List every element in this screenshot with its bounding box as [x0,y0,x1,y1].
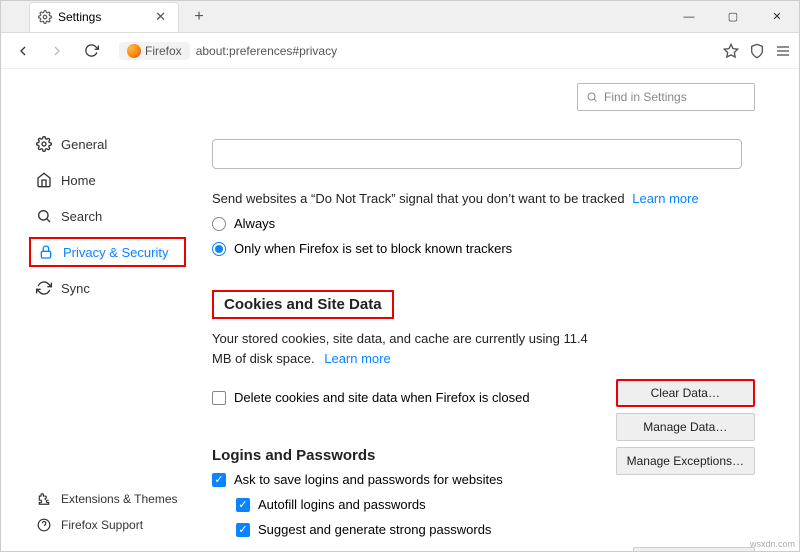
manage-exceptions-button[interactable]: Manage Exceptions… [616,447,755,475]
dnt-description: Send websites a “Do Not Track” signal th… [212,191,755,206]
search-icon [35,208,53,224]
checkbox-unchecked-icon [212,391,226,405]
clear-data-button[interactable]: Clear Data… [616,379,755,407]
checkbox-label: Autofill logins and passwords [258,497,426,512]
logins-subchecks: ✓ Autofill logins and passwords ✓ Sugges… [236,497,755,537]
dnt-learn-more-link[interactable]: Learn more [632,191,698,206]
logins-exceptions-button[interactable]: Exceptions… [633,547,755,551]
puzzle-icon [35,492,53,506]
dnt-option-only-known[interactable]: Only when Firefox is set to block known … [212,241,755,256]
firefox-icon [127,44,141,58]
window-controls: — ▢ ✕ [667,1,799,33]
minimize-button[interactable]: — [667,1,711,33]
sidebar-item-support[interactable]: Firefox Support [29,513,184,537]
sidebar-item-privacy-security[interactable]: Privacy & Security [29,237,186,267]
checkbox-checked-icon: ✓ [212,473,226,487]
radio-checked-icon [212,242,226,256]
manage-data-button[interactable]: Manage Data… [616,413,755,441]
sidebar-item-label: General [61,137,107,152]
close-window-button[interactable]: ✕ [755,1,799,33]
forward-button[interactable] [43,37,71,65]
cookies-description: Your stored cookies, site data, and cach… [212,329,602,368]
cookies-desc-text: Your stored cookies, site data, and cach… [212,331,588,366]
sidebar-item-general[interactable]: General [29,129,186,159]
search-settings-input[interactable]: Find in Settings [577,83,755,111]
radio-unchecked-icon [212,217,226,231]
checkbox-label: Suggest and generate strong passwords [258,522,491,537]
sidebar-item-label: Firefox Support [61,518,143,532]
radio-label: Always [234,216,275,231]
content-area: General Home Search Privacy & Security S… [1,69,799,551]
url-text: about:preferences#privacy [196,44,337,58]
identity-label: Firefox [145,44,182,58]
main-panel: Find in Settings Send websites a “Do Not… [196,69,799,551]
new-tab-button[interactable]: + [185,3,213,31]
sidebar-item-label: Search [61,209,102,224]
autofill-checkbox[interactable]: ✓ Autofill logins and passwords [236,497,755,512]
highlight-box: Cookies and Site Data [212,290,394,319]
sidebar-item-sync[interactable]: Sync [29,273,186,303]
button-label: Manage Data… [643,420,727,434]
maximize-button[interactable]: ▢ [711,1,755,33]
reload-button[interactable] [77,37,105,65]
gear-icon [35,136,53,152]
address-bar[interactable]: Firefox about:preferences#privacy [119,42,709,60]
sidebar-item-label: Privacy & Security [63,245,168,260]
checkbox-checked-icon: ✓ [236,498,250,512]
sidebar-item-search[interactable]: Search [29,201,186,231]
radio-label: Only when Firefox is set to block known … [234,241,512,256]
dnt-option-always[interactable]: Always [212,216,755,231]
help-icon [35,518,53,532]
cookies-learn-more-link[interactable]: Learn more [324,351,390,366]
button-label: Manage Exceptions… [627,454,744,468]
sync-icon [35,280,53,296]
hamburger-menu-icon[interactable] [775,43,791,59]
sidebar-item-extensions[interactable]: Extensions & Themes [29,487,184,511]
sidebar-item-home[interactable]: Home [29,165,186,195]
sidebar-item-label: Extensions & Themes [61,492,178,506]
sidebar-footer: Extensions & Themes Firefox Support [29,487,184,539]
site-identity[interactable]: Firefox [119,42,190,60]
close-tab-icon[interactable]: ✕ [151,9,170,25]
sidebar: General Home Search Privacy & Security S… [1,69,196,551]
sidebar-item-label: Sync [61,281,90,296]
browser-window: Settings ✕ + — ▢ ✕ Firefox about:prefere… [0,0,800,552]
dnt-text-label: Send websites a “Do Not Track” signal th… [212,191,625,206]
section-cookies-title: Cookies and Site Data [212,290,755,319]
checkbox-checked-icon: ✓ [236,523,250,537]
exceptions-box [212,139,742,169]
watermark: wsxdn.com [750,539,795,549]
checkbox-label: Ask to save logins and passwords for web… [234,472,503,487]
shield-icon[interactable] [749,43,765,59]
bookmark-star-icon[interactable] [723,43,739,59]
suggest-passwords-checkbox[interactable]: ✓ Suggest and generate strong passwords [236,522,755,537]
checkbox-label: Delete cookies and site data when Firefo… [234,390,530,405]
sidebar-item-label: Home [61,173,96,188]
logins-button-column: Exceptions… Saved Logins… [633,547,755,551]
tab-title: Settings [58,10,101,24]
lock-icon [37,244,55,260]
home-icon [35,172,53,188]
titlebar: Settings ✕ + — ▢ ✕ [1,1,799,33]
search-icon [586,91,598,103]
tab-settings[interactable]: Settings ✕ [29,2,179,32]
back-button[interactable] [9,37,37,65]
gear-icon [38,10,52,24]
search-placeholder: Find in Settings [604,90,687,104]
cookies-button-column: Clear Data… Manage Data… Manage Exceptio… [616,379,755,475]
button-label: Clear Data… [651,386,720,400]
toolbar: Firefox about:preferences#privacy [1,33,799,69]
